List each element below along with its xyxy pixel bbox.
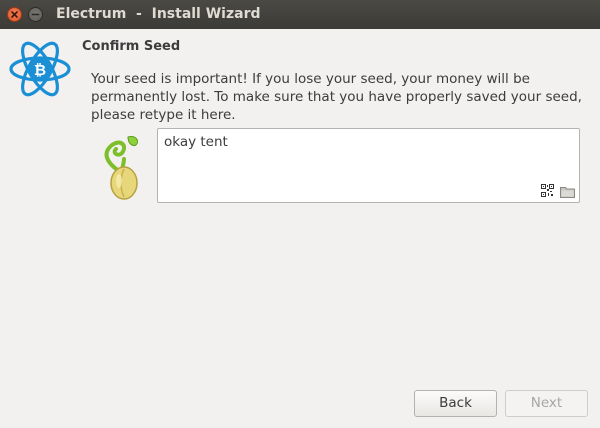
next-button[interactable]: Next bbox=[505, 390, 588, 417]
seed-input[interactable]: okay tent bbox=[157, 128, 580, 203]
qr-code-icon[interactable] bbox=[541, 182, 554, 201]
page-heading: Confirm Seed bbox=[82, 39, 181, 54]
minimize-button[interactable] bbox=[28, 7, 43, 22]
close-button[interactable] bbox=[7, 7, 22, 22]
back-button[interactable]: Back bbox=[414, 390, 497, 417]
folder-icon[interactable] bbox=[560, 183, 575, 202]
title-bar: Electrum - Install Wizard bbox=[0, 0, 600, 29]
electrum-logo-icon: ₿ bbox=[8, 38, 72, 104]
seed-input-value: okay tent bbox=[164, 134, 228, 150]
seed-sprout-icon bbox=[100, 133, 146, 205]
minimize-icon bbox=[31, 13, 40, 16]
window-title: Electrum - Install Wizard bbox=[56, 6, 261, 22]
svg-text:₿: ₿ bbox=[34, 61, 46, 79]
instruction-text: Your seed is important! If you lose your… bbox=[91, 71, 582, 123]
close-icon bbox=[11, 11, 18, 18]
